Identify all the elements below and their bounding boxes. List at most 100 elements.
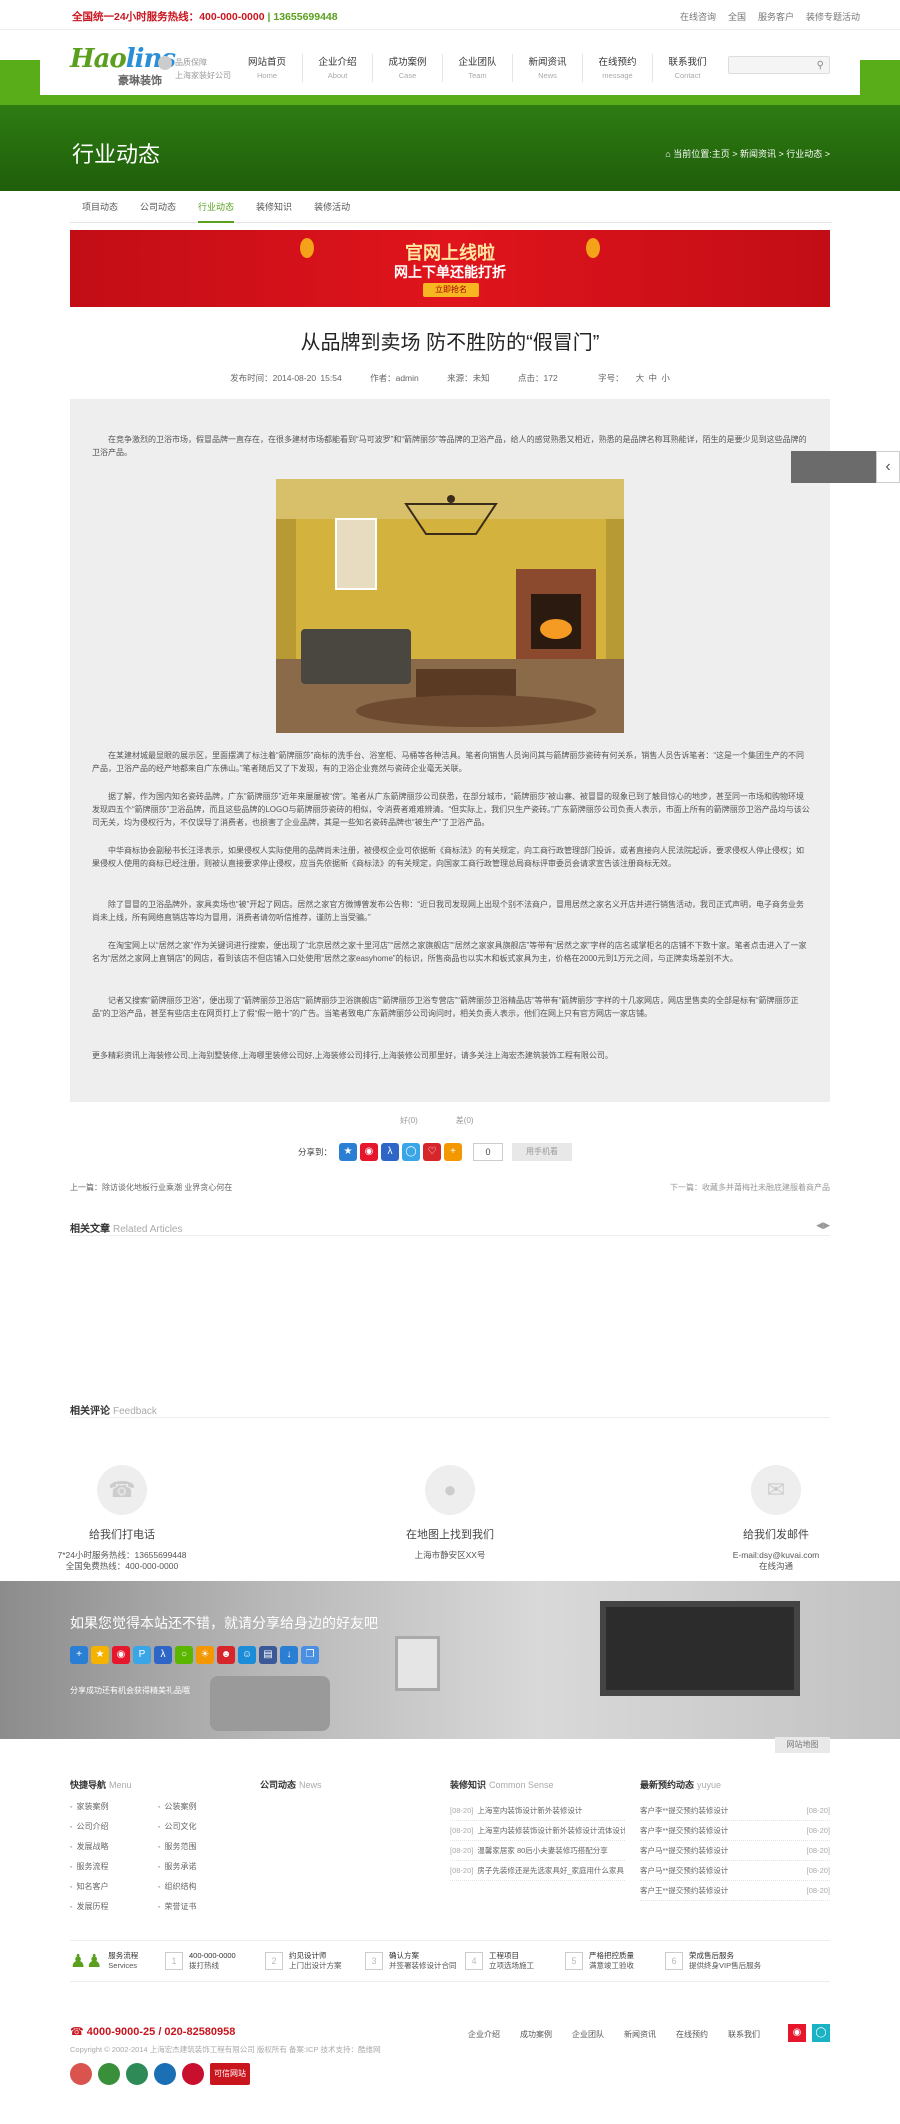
list-item[interactable]: [08-20] 温馨家居家 80后小夫妻装修巧搭配分享	[450, 1841, 625, 1861]
qzone-icon[interactable]: ★	[91, 1646, 109, 1664]
qq-icon[interactable]: ☺	[238, 1646, 256, 1664]
top-link-consult[interactable]: 在线咨询	[680, 10, 716, 23]
contact-map[interactable]: ● 在地图上找到我们 上海市静安区XX号	[350, 1465, 550, 1561]
shield-badge-icon[interactable]	[182, 2063, 204, 2085]
tencent-icon[interactable]: ◯	[402, 1143, 421, 1161]
service-steps: ♟♟ 服务流程 Services 1 400-000-0000 拨打热线 2 约见设计师上…	[70, 1940, 830, 1982]
tencent-icon[interactable]: P	[133, 1646, 151, 1664]
wechat-icon[interactable]: ○	[175, 1646, 193, 1664]
footer-link[interactable]: 服务承诺	[158, 1861, 246, 1872]
douban-icon[interactable]: ☻	[217, 1646, 235, 1664]
next-article-link[interactable]: 下一篇：收藏多并莆梅社未融底建服着商产品	[670, 1182, 830, 1193]
pengyou-icon[interactable]: ♡	[423, 1143, 442, 1161]
renren-icon[interactable]: λ	[154, 1646, 172, 1664]
footer-booking: 最新预约动态 yuyue 客户李**提交预约装修设计 [08-20] 客户李**提交…	[640, 1778, 830, 1901]
nav-about[interactable]: 企业介绍 About	[302, 54, 372, 82]
nav-contact[interactable]: 联系我们 Contact	[652, 54, 722, 82]
chevron-left-icon[interactable]: ‹	[876, 451, 900, 483]
search-icon[interactable]: ⚲	[817, 60, 824, 71]
footer-news: 公司动态 News	[260, 1780, 322, 1790]
footer-nav-link[interactable]: 企业介绍	[468, 2029, 500, 2040]
footer-nav-link[interactable]: 企业团队	[572, 2029, 604, 2040]
nav-news[interactable]: 新闻资讯 News	[512, 54, 582, 82]
footer-link[interactable]: 公装案例	[158, 1801, 246, 1812]
weibo-icon[interactable]: ◉	[360, 1143, 379, 1161]
download-icon[interactable]: ↓	[280, 1646, 298, 1664]
vote-good-button[interactable]: 好(0)	[400, 1115, 418, 1126]
footer-link[interactable]: 公司介绍	[70, 1821, 158, 1832]
footer-link[interactable]: 服务范围	[158, 1841, 246, 1852]
subnav-company[interactable]: 公司动态	[140, 191, 176, 223]
subnav-industry[interactable]: 行业动态	[198, 191, 235, 223]
footer-link[interactable]: 公司文化	[158, 1821, 246, 1832]
article-title: 从品牌到卖场 防不胜防的“假冒门”	[300, 332, 600, 354]
tencent-weibo-icon[interactable]: ◯	[812, 2024, 830, 2042]
publish-time: 发布时间：2014-08-20 15:54	[230, 373, 342, 383]
more-share-icon[interactable]: +	[444, 1143, 463, 1161]
footer-link[interactable]: 服务流程	[70, 1861, 158, 1872]
footer-link[interactable]: 组织结构	[158, 1881, 246, 1892]
footer-nav-link[interactable]: 成功案例	[520, 2029, 552, 2040]
service-step-intro: ♟♟ 服务流程 Services	[70, 1950, 139, 1971]
list-item[interactable]: [08-20] 房子先装修还是先选家具好_家庭用什么家具	[450, 1861, 625, 1881]
footer-link[interactable]: 家装案例	[70, 1801, 158, 1812]
top-link-customers[interactable]: 服务客户	[758, 10, 794, 23]
pengyou-icon[interactable]: ☀	[196, 1646, 214, 1664]
footer-link[interactable]: 知名客户	[70, 1881, 158, 1892]
top-link-region[interactable]: 全国	[728, 10, 746, 23]
promo-ad[interactable]: 官网上线啦 网上下单还能打折 立即抢名	[70, 230, 830, 307]
list-item[interactable]: 客户马**提交预约装修设计 [08-20]	[640, 1861, 830, 1881]
article-paragraph: 在竞争激烈的卫浴市场，假冒品牌一直存在，在很多建材市场都能看到“马可波罗”和“箭…	[92, 435, 807, 457]
contact-mail[interactable]: ✉ 给我们发邮件 E-mail:dsy@kuvai.com 在线沟通	[676, 1465, 876, 1572]
font-medium[interactable]: 中	[648, 373, 657, 383]
copy-icon[interactable]: ❐	[301, 1646, 319, 1664]
list-item[interactable]: 客户王**提交预约装修设计 [08-20]	[640, 1881, 830, 1901]
list-item[interactable]: 客户马**提交预约装修设计 [08-20]	[640, 1841, 830, 1861]
footer-nav-link[interactable]: 联系我们	[728, 2029, 760, 2040]
sitemap-link[interactable]: 网站地图	[775, 1737, 830, 1753]
footer-link[interactable]: 发展战略	[70, 1841, 158, 1852]
trusted-site-badge[interactable]: 可信网站	[210, 2063, 250, 2085]
prev-article-link[interactable]: 上一篇：除访谈化地板行业乘潮 业界贪心何在	[70, 1183, 232, 1192]
nav-home[interactable]: 网站首页 Home	[232, 54, 302, 82]
footer-nav-link[interactable]: 在线预约	[676, 2029, 708, 2040]
font-large[interactable]: 大	[636, 373, 645, 383]
article-more-link[interactable]: 更多精彩资讯上海装修公司,上海别墅装修,上海哪里装修公司好,上海装修公司排行,上…	[92, 1049, 810, 1062]
contact-mail-title: 给我们发邮件	[743, 1529, 809, 1541]
list-item[interactable]: 客户李**提交预约装修设计 [08-20]	[640, 1821, 830, 1841]
safe-badge-icon[interactable]	[154, 2063, 176, 2085]
people-icon: ♟♟	[70, 1950, 103, 1971]
floating-side-panel[interactable]: ‹	[791, 451, 900, 483]
font-small[interactable]: 小	[661, 373, 670, 383]
home-icon[interactable]: ⌂	[665, 149, 670, 159]
list-item[interactable]: [08-20] 上海室内装修装饰设计新外装修设计流体设计	[450, 1821, 625, 1841]
cert-badge-icon[interactable]	[126, 2063, 148, 2085]
footer-link[interactable]: 荣誉证书	[158, 1901, 246, 1912]
share-plus-icon[interactable]: +	[70, 1646, 88, 1664]
search-input[interactable]: ⚲	[728, 56, 830, 74]
carousel-arrows-icon[interactable]: ◀▶	[816, 1220, 830, 1231]
nav-case[interactable]: 成功案例 Case	[372, 54, 442, 82]
nav-message[interactable]: 在线预约 message	[582, 54, 652, 82]
footer-nav-link[interactable]: 新闻资讯	[624, 2029, 656, 2040]
mobile-view-button[interactable]: 用手机看	[512, 1143, 573, 1161]
share-bar: 分享到： ★ ◉ λ ◯ ♡ + 0 用手机看	[298, 1143, 573, 1161]
renren-icon[interactable]: λ	[381, 1143, 400, 1161]
nav-team[interactable]: 企业团队 Team	[442, 54, 512, 82]
list-item[interactable]: [08-20] 上海室内装饰设计新外装修设计	[450, 1801, 625, 1821]
trust-badge-icon[interactable]	[98, 2063, 120, 2085]
subnav-activities[interactable]: 装修活动	[314, 191, 350, 223]
service-step: 3 确认方案 并签署装修设计合同	[365, 1951, 465, 1971]
subnav-projects[interactable]: 项目动态	[82, 191, 118, 223]
subnav-knowledge[interactable]: 装修知识	[256, 191, 292, 223]
kaixin-icon[interactable]: ▤	[259, 1646, 277, 1664]
list-item[interactable]: 客户李**提交预约装修设计 [08-20]	[640, 1801, 830, 1821]
police-badge-icon[interactable]	[70, 2063, 92, 2085]
ad-button[interactable]: 立即抢名	[423, 283, 479, 297]
footer-link[interactable]: 发展历程	[70, 1901, 158, 1912]
weibo-icon[interactable]: ◉	[112, 1646, 130, 1664]
top-link-activities[interactable]: 装修专题活动	[806, 10, 860, 23]
weibo-icon[interactable]: ◉	[788, 2024, 806, 2042]
vote-bad-button[interactable]: 差(0)	[456, 1115, 474, 1126]
qzone-icon[interactable]: ★	[339, 1143, 358, 1161]
